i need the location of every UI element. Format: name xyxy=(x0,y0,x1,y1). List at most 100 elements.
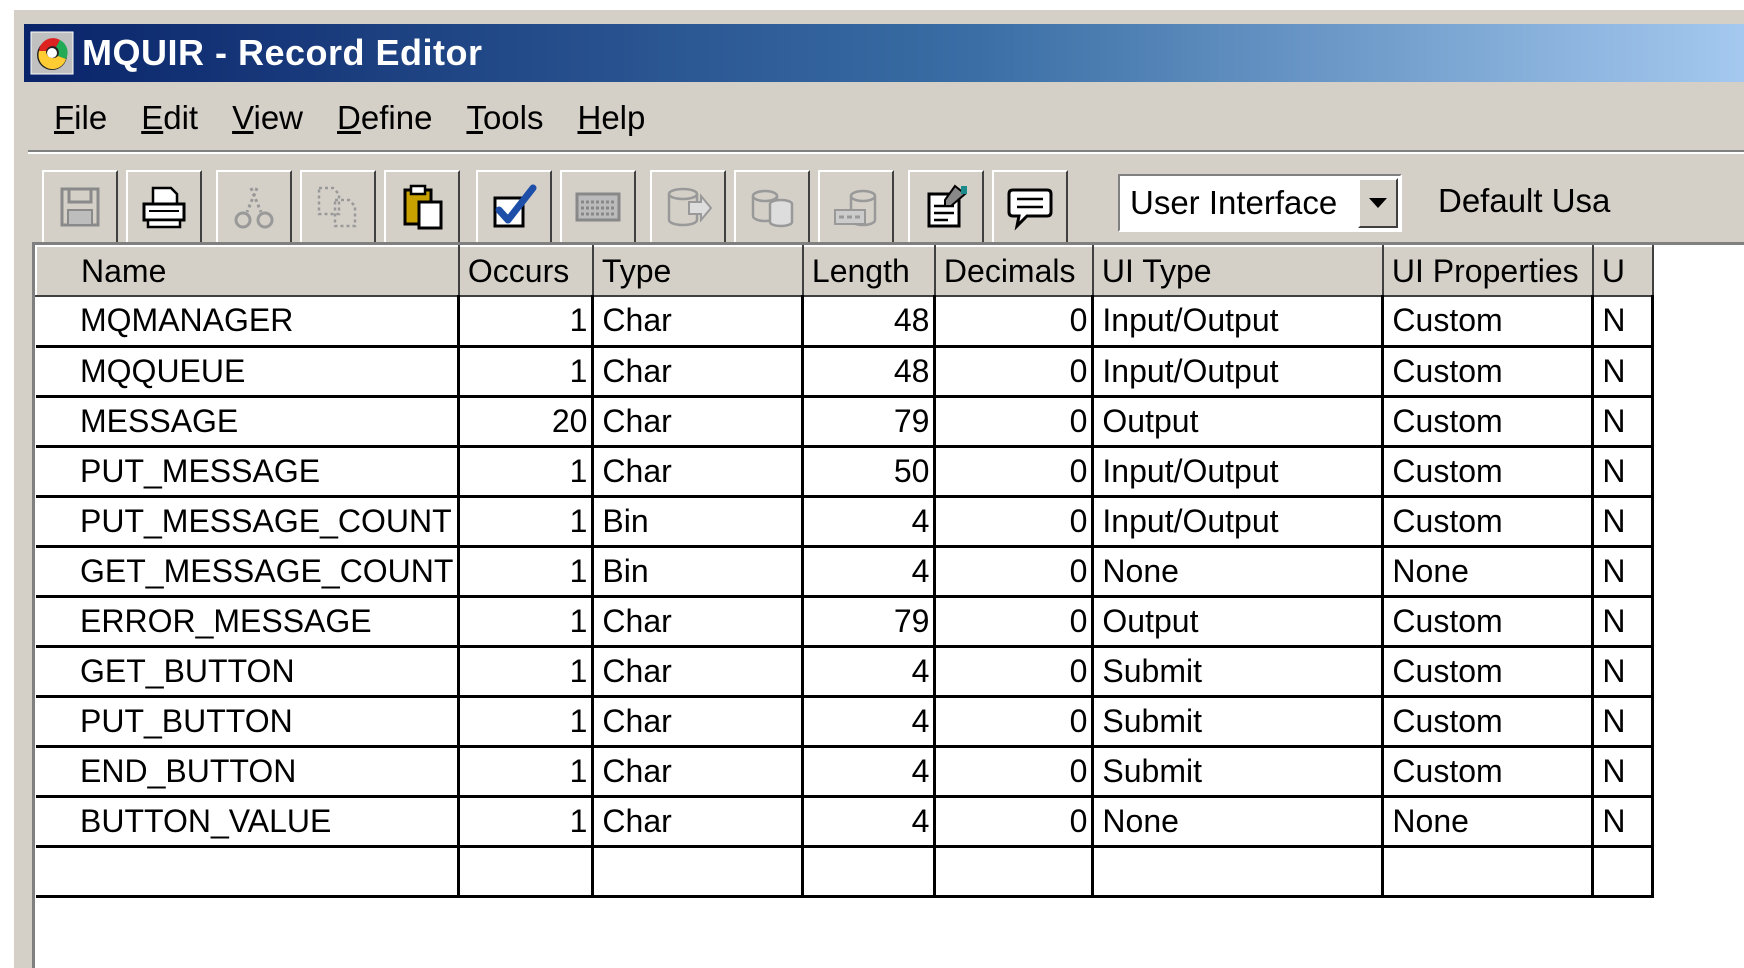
cell-extra[interactable]: N xyxy=(1592,746,1655,798)
cell-name[interactable]: MQQUEUE xyxy=(36,346,461,398)
column-header-1[interactable]: Occurs xyxy=(457,245,594,297)
cell-name[interactable]: PUT_MESSAGE xyxy=(36,446,461,498)
cell-ui-properties[interactable]: Custom xyxy=(1382,746,1595,798)
cell-occurs[interactable]: 1 xyxy=(458,746,595,798)
cell-decimals[interactable]: 0 xyxy=(934,496,1095,548)
cell-ui-properties[interactable]: None xyxy=(1382,796,1595,848)
cell-type[interactable]: Char xyxy=(592,596,805,648)
cell-ui-properties[interactable]: Custom xyxy=(1382,346,1595,398)
cell-type[interactable]: Char xyxy=(592,746,805,798)
table-row[interactable]: GET_MESSAGE_COUNT 1 Bin 4 0 None None N xyxy=(36,546,1655,598)
cell-extra[interactable]: N xyxy=(1592,596,1655,648)
column-header-4[interactable]: Decimals xyxy=(933,245,1094,297)
cell-name[interactable]: GET_BUTTON xyxy=(36,646,461,698)
table-row[interactable]: PUT_MESSAGE 1 Char 50 0 Input/Output Custom N xyxy=(36,446,1655,498)
cell-type[interactable]: Bin xyxy=(592,546,805,598)
cell-ui-type[interactable]: Input/Output xyxy=(1092,496,1385,548)
column-header-3[interactable]: Length xyxy=(801,245,936,297)
cell-extra[interactable]: N xyxy=(1592,796,1655,848)
cell-name[interactable]: END_BUTTON xyxy=(36,746,461,798)
cell-extra[interactable]: N xyxy=(1592,546,1655,598)
table-row[interactable]: END_BUTTON 1 Char 4 0 Submit Custom N xyxy=(36,746,1655,798)
table-row[interactable]: GET_BUTTON 1 Char 4 0 Submit Custom N xyxy=(36,646,1655,698)
cell-name[interactable]: ERROR_MESSAGE xyxy=(36,596,461,648)
cell-type[interactable]: Char xyxy=(592,446,805,498)
cell-extra[interactable]: N xyxy=(1592,296,1655,348)
table-row[interactable] xyxy=(36,846,1655,898)
cut-button[interactable] xyxy=(216,170,292,244)
cell-decimals[interactable]: 0 xyxy=(934,296,1095,348)
cell-ui-type[interactable]: Output xyxy=(1092,596,1385,648)
cell-decimals[interactable]: 0 xyxy=(934,596,1095,648)
cell-ui-properties[interactable]: Custom xyxy=(1382,596,1595,648)
menu-tools[interactable]: Tools xyxy=(466,99,543,137)
cell-decimals[interactable]: 0 xyxy=(934,646,1095,698)
cell-type[interactable]: Bin xyxy=(592,496,805,548)
menu-edit[interactable]: Edit xyxy=(141,99,198,137)
table-row[interactable]: ERROR_MESSAGE 1 Char 79 0 Output Custom N xyxy=(36,596,1655,648)
menu-define[interactable]: Define xyxy=(337,99,432,137)
cell-ui-type[interactable]: None xyxy=(1092,796,1385,848)
column-header-5[interactable]: UI Type xyxy=(1091,245,1384,297)
cell-decimals[interactable]: 0 xyxy=(934,396,1095,448)
cell-type[interactable]: Char xyxy=(592,796,805,848)
column-header-0[interactable]: Name xyxy=(35,245,460,297)
cell-type[interactable]: Char xyxy=(592,396,805,448)
cell-decimals[interactable]: 0 xyxy=(934,346,1095,398)
cell-decimals[interactable] xyxy=(934,846,1095,898)
cell-length[interactable] xyxy=(802,846,937,898)
cell-occurs[interactable]: 1 xyxy=(458,596,595,648)
column-header-7[interactable]: U xyxy=(1591,245,1654,297)
cell-length[interactable]: 79 xyxy=(802,396,937,448)
cell-length[interactable]: 48 xyxy=(802,346,937,398)
cell-ui-properties[interactable]: Custom xyxy=(1382,646,1595,698)
column-header-2[interactable]: Type xyxy=(591,245,804,297)
cell-name[interactable]: PUT_MESSAGE_COUNT xyxy=(36,496,461,548)
table-row[interactable]: MESSAGE 20 Char 79 0 Output Custom N xyxy=(36,396,1655,448)
cell-name[interactable]: MQMANAGER xyxy=(36,296,461,348)
database-copy-button[interactable] xyxy=(734,170,810,244)
cell-extra[interactable]: N xyxy=(1592,396,1655,448)
cell-extra[interactable]: N xyxy=(1592,696,1655,748)
view-select[interactable]: User Interface xyxy=(1118,174,1402,232)
cell-type[interactable]: Char xyxy=(592,646,805,698)
cell-type[interactable] xyxy=(592,846,805,898)
cell-occurs[interactable] xyxy=(458,846,595,898)
cell-length[interactable]: 4 xyxy=(802,646,937,698)
cell-name[interactable]: BUTTON_VALUE xyxy=(36,796,461,848)
cell-ui-type[interactable]: Input/Output xyxy=(1092,296,1385,348)
cell-ui-properties[interactable]: Custom xyxy=(1382,446,1595,498)
export-button[interactable] xyxy=(650,170,726,244)
cell-type[interactable]: Char xyxy=(592,296,805,348)
cell-occurs[interactable]: 1 xyxy=(458,346,595,398)
cell-occurs[interactable]: 1 xyxy=(458,296,595,348)
cell-ui-properties[interactable]: Custom xyxy=(1382,296,1595,348)
cell-occurs[interactable]: 1 xyxy=(458,796,595,848)
keyboard-button[interactable] xyxy=(560,170,636,244)
cell-ui-type[interactable]: Output xyxy=(1092,396,1385,448)
cell-extra[interactable] xyxy=(1592,846,1655,898)
table-row[interactable]: MQQUEUE 1 Char 48 0 Input/Output Custom N xyxy=(36,346,1655,398)
column-header-6[interactable]: UI Properties xyxy=(1381,245,1594,297)
cell-occurs[interactable]: 20 xyxy=(458,396,595,448)
table-row[interactable]: MQMANAGER 1 Char 48 0 Input/Output Custom N xyxy=(36,296,1655,348)
cell-length[interactable]: 4 xyxy=(802,696,937,748)
cell-type[interactable]: Char xyxy=(592,696,805,748)
cell-ui-properties[interactable]: Custom xyxy=(1382,496,1595,548)
properties-button[interactable] xyxy=(908,170,984,244)
cell-occurs[interactable]: 1 xyxy=(458,496,595,548)
sql-button[interactable] xyxy=(818,170,894,244)
cell-ui-properties[interactable]: Custom xyxy=(1382,396,1595,448)
table-row[interactable]: BUTTON_VALUE 1 Char 4 0 None None N xyxy=(36,796,1655,848)
cell-ui-type[interactable]: Input/Output xyxy=(1092,346,1385,398)
print-button[interactable] xyxy=(126,170,202,244)
cell-ui-properties[interactable]: None xyxy=(1382,546,1595,598)
menu-view[interactable]: View xyxy=(232,99,303,137)
cell-length[interactable]: 4 xyxy=(802,546,937,598)
cell-decimals[interactable]: 0 xyxy=(934,696,1095,748)
cell-type[interactable]: Char xyxy=(592,346,805,398)
cell-decimals[interactable]: 0 xyxy=(934,796,1095,848)
menu-help[interactable]: Help xyxy=(577,99,645,137)
cell-extra[interactable]: N xyxy=(1592,646,1655,698)
cell-extra[interactable]: N xyxy=(1592,496,1655,548)
